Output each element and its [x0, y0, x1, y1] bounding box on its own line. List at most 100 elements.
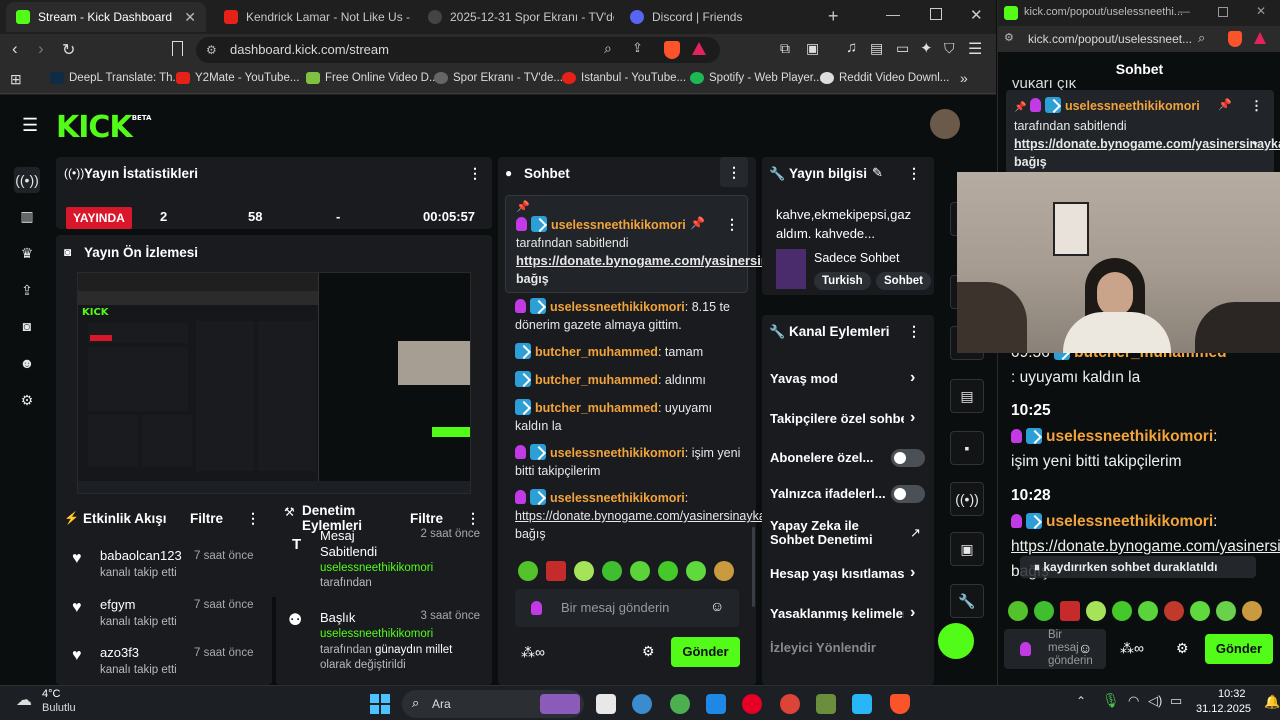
- zoom-icon[interactable]: ⌕: [1198, 30, 1205, 46]
- maximize-icon[interactable]: [930, 8, 942, 20]
- trophy-icon[interactable]: ♛: [14, 240, 40, 266]
- vpn-icon[interactable]: ⛉: [944, 40, 955, 57]
- clock-time[interactable]: 10:32: [1218, 688, 1246, 700]
- category-thumbnail[interactable]: [776, 249, 806, 289]
- bookmark-spor[interactable]: Spor Ekranı - TV'de...: [434, 72, 563, 84]
- reload-icon[interactable]: ↻: [62, 40, 75, 60]
- external-link-icon[interactable]: ↗: [910, 525, 921, 541]
- tab-spor-ekrani[interactable]: 2025-12-31 Spor Ekranı - TV'de Canlı: [418, 2, 614, 32]
- send-button[interactable]: Gönder: [1205, 634, 1273, 664]
- emote-icon[interactable]: [546, 561, 566, 581]
- chrome-icon[interactable]: [780, 694, 800, 714]
- battery-icon[interactable]: ▭: [1170, 693, 1182, 709]
- host-action[interactable]: İzleyici Yönlendir: [770, 640, 876, 655]
- forward-icon[interactable]: ›: [38, 39, 44, 59]
- kick-points-icon[interactable]: ⁂∞: [521, 644, 545, 661]
- bookmark-reddit[interactable]: Reddit Video Downl...: [820, 72, 949, 84]
- notepad-icon[interactable]: [852, 694, 872, 714]
- kebab-menu-icon[interactable]: ⋮: [907, 323, 921, 340]
- chevron-up-icon[interactable]: ⌃: [1076, 694, 1086, 708]
- wifi-icon[interactable]: ◠: [1128, 693, 1139, 709]
- share-icon[interactable]: ⇪: [632, 40, 643, 56]
- brave-shield-icon[interactable]: [1228, 31, 1242, 47]
- hamburger-menu-icon[interactable]: ☰: [22, 115, 38, 136]
- volume-icon[interactable]: ◁): [1148, 693, 1162, 709]
- emotes-only-toggle[interactable]: [891, 485, 925, 503]
- emote-icon[interactable]: [1008, 601, 1028, 621]
- upload-icon[interactable]: ⇪: [14, 277, 40, 303]
- stream-icon[interactable]: ((•)): [14, 167, 40, 193]
- zoom-icon[interactable]: ⌕: [604, 40, 612, 57]
- kebab-menu-icon[interactable]: ⋮: [1250, 98, 1263, 114]
- popout-chat-input[interactable]: Bir mesaj gönderin ☺: [1004, 629, 1106, 669]
- account-age-action[interactable]: Hesap yaşı kısıtlaması: [770, 566, 904, 581]
- tag-badge[interactable]: Sohbet: [876, 272, 931, 290]
- back-icon[interactable]: ‹: [12, 39, 18, 59]
- kebab-menu-icon[interactable]: ⋮: [246, 510, 260, 527]
- activity-filter-button[interactable]: Filtre: [190, 511, 223, 526]
- unpin-icon[interactable]: 📌: [1218, 98, 1232, 111]
- close-window-icon[interactable]: ✕: [1256, 4, 1266, 18]
- settings-icon[interactable]: ⚙: [14, 387, 40, 413]
- chevron-down-icon[interactable]: ⌄: [1250, 134, 1260, 148]
- kebab-menu-icon[interactable]: ⋮: [466, 510, 480, 527]
- site-settings-icon[interactable]: ⚙: [1004, 31, 1014, 44]
- bookmark-deepl[interactable]: DeepL Translate: Th...: [50, 72, 182, 84]
- followers-only-action[interactable]: Takipçilere özel sohbet: [770, 411, 904, 426]
- emote-icon[interactable]: [1060, 601, 1080, 621]
- bookmark-spotify[interactable]: Spotify - Web Player...: [690, 72, 823, 84]
- minecraft-icon[interactable]: [816, 694, 836, 714]
- menu-icon[interactable]: ☰: [968, 39, 982, 59]
- chevron-right-icon[interactable]: ›: [910, 409, 915, 427]
- chat-username[interactable]: uselessneethikikomori: [551, 218, 686, 232]
- taskbar-search[interactable]: ⌕ Ara: [402, 690, 584, 718]
- leo-ai-icon[interactable]: ✦: [920, 39, 933, 57]
- emote-icon[interactable]: [518, 561, 538, 581]
- screenshot-icon[interactable]: ▣: [806, 40, 819, 57]
- chat-input[interactable]: Bir mesaj gönderin ☺: [515, 589, 739, 627]
- brave-shield-icon[interactable]: [664, 41, 680, 59]
- emote-icon[interactable]: [574, 561, 594, 581]
- apps-icon[interactable]: ⊞: [10, 71, 22, 88]
- community-icon[interactable]: ☻: [14, 350, 40, 376]
- emote-icon[interactable]: [1216, 601, 1236, 621]
- send-button[interactable]: Gönder: [671, 637, 740, 667]
- subscribers-only-toggle[interactable]: [891, 449, 925, 467]
- emote-icon[interactable]: [714, 561, 734, 581]
- pinterest-icon[interactable]: [742, 694, 762, 714]
- tab-kick-dashboard[interactable]: Stream - Kick Dashboard ✕: [6, 2, 206, 32]
- stream-manager-icon[interactable]: ▣: [950, 532, 984, 566]
- popout-addressbar[interactable]: ⚙ kick.com/popout/uselessneet... ⌕: [998, 26, 1280, 52]
- brave-rewards-icon[interactable]: [692, 42, 706, 55]
- mic-icon[interactable]: 🎙: [1102, 692, 1120, 709]
- scrollbar[interactable]: [752, 527, 755, 607]
- site-settings-icon[interactable]: ⚙: [206, 37, 217, 63]
- tag-badge[interactable]: Turkish: [814, 272, 871, 290]
- extensions-icon[interactable]: ⧉: [780, 40, 790, 57]
- kebab-menu-icon[interactable]: ⋮: [907, 165, 921, 182]
- stream-preview[interactable]: KICK: [77, 272, 471, 494]
- emote-icon[interactable]: [602, 561, 622, 581]
- more-bookmarks-icon[interactable]: »: [960, 70, 968, 86]
- emote-icon[interactable]: [1242, 601, 1262, 621]
- kebab-menu-icon[interactable]: ⋮: [720, 157, 748, 187]
- chat-settings-icon[interactable]: ⚙: [1176, 640, 1189, 657]
- emote-icon[interactable]: [1034, 601, 1054, 621]
- emote-icon[interactable]: [1086, 601, 1106, 621]
- maximize-icon[interactable]: [1218, 7, 1228, 17]
- brave-rewards-icon[interactable]: [1254, 32, 1266, 44]
- emote-icon[interactable]: [1164, 601, 1184, 621]
- emote-icon[interactable]: [1138, 601, 1158, 621]
- kebab-menu-icon[interactable]: ⋮: [725, 216, 739, 233]
- chevron-right-icon[interactable]: ›: [910, 369, 915, 387]
- banned-words-action[interactable]: Yasaklanmış kelimeler: [770, 606, 904, 621]
- slow-mode-action[interactable]: Yavaş mod: [770, 371, 838, 386]
- kick-logo[interactable]: KICKBETA: [56, 110, 151, 145]
- music-icon[interactable]: ♫: [846, 39, 857, 56]
- emote-icon[interactable]: [630, 561, 650, 581]
- chat-settings-icon[interactable]: ⚙: [642, 643, 655, 660]
- close-window-icon[interactable]: ✕: [970, 6, 983, 24]
- tab-youtube[interactable]: Kendrick Lamar - Not Like Us - Yo: [214, 2, 410, 32]
- analytics-icon[interactable]: ▥: [14, 203, 40, 229]
- clock-date[interactable]: 31.12.2025: [1196, 703, 1251, 715]
